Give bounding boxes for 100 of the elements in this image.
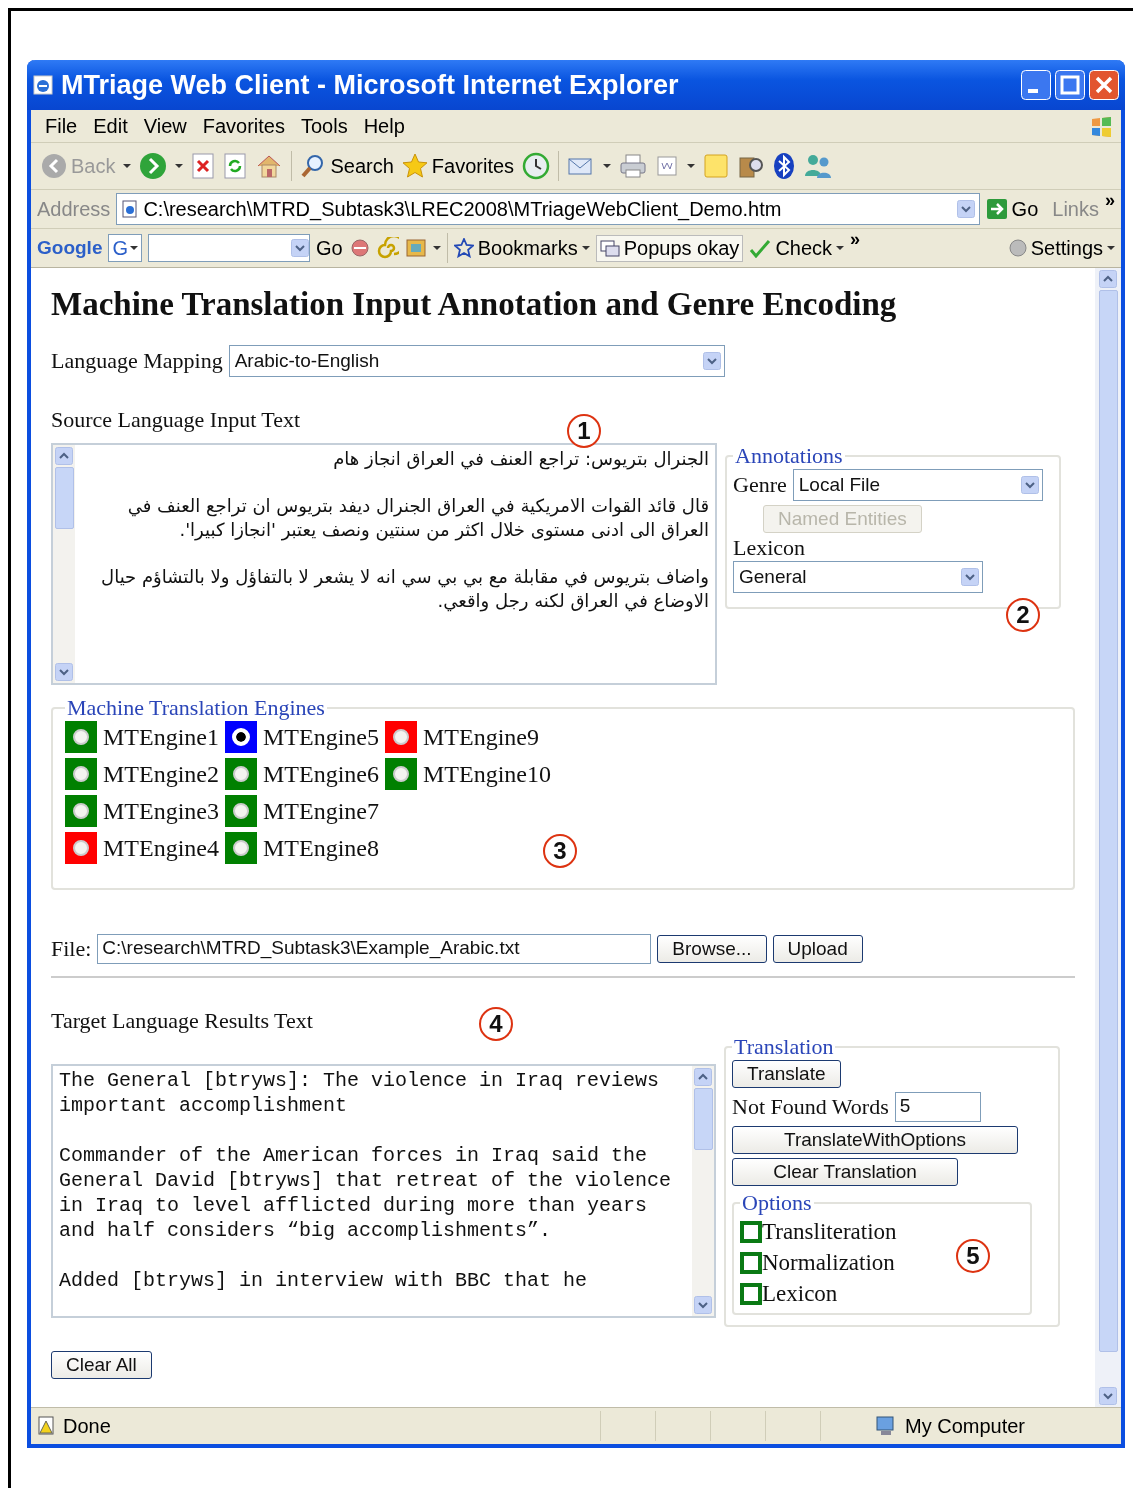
- refresh-icon[interactable]: [223, 153, 248, 179]
- google-go-button[interactable]: Go: [316, 236, 343, 260]
- address-field[interactable]: C:\research\MTRD_Subtask3\LREC2008\MTriageWebClient_Demo.htm: [116, 193, 980, 225]
- menu-item[interactable]: Favorites: [196, 114, 291, 138]
- document-icon[interactable]: [655, 154, 680, 178]
- browse-button[interactable]: Browse...: [657, 935, 767, 963]
- radio-button[interactable]: [73, 840, 89, 856]
- menu-item[interactable]: Help: [357, 114, 411, 138]
- search-engine-menu[interactable]: G: [108, 234, 142, 262]
- radio-button[interactable]: [392, 766, 409, 782]
- caret-icon: [581, 245, 590, 251]
- result-paragraph: Added [btryws] in interview with BBC that he: [59, 1268, 589, 1293]
- clear-translation-button[interactable]: Clear Translation: [732, 1158, 958, 1186]
- spell-check-button[interactable]: Check: [749, 236, 845, 260]
- source-paragraph: الجنرال بتريوس: تراجع العنف في العراق انجاز هام: [332, 447, 709, 471]
- google-search-field[interactable]: [148, 234, 310, 262]
- section-label: Target Language Results Text: [51, 1008, 313, 1034]
- scroll-down-icon[interactable]: [694, 1296, 712, 1314]
- search-button[interactable]: Search: [300, 153, 394, 179]
- status-text: Done: [63, 1414, 111, 1438]
- radio-button[interactable]: [73, 729, 89, 745]
- radio-button[interactable]: [73, 803, 89, 819]
- settings-icon: [1008, 239, 1027, 257]
- settings-button[interactable]: Settings: [1008, 236, 1115, 260]
- engine-label: MTEngine9: [422, 723, 539, 751]
- popups-button[interactable]: Popups okay: [595, 234, 744, 262]
- stop-icon[interactable]: [191, 153, 216, 179]
- radio-button[interactable]: [392, 729, 409, 745]
- genre-dropdown[interactable]: Local File: [792, 469, 1043, 501]
- results-text-area[interactable]: [51, 1064, 716, 1318]
- star-outline-icon: [453, 238, 474, 258]
- window-title: MTriage Web Client - Microsoft Internet Explorer: [61, 69, 680, 101]
- scroll-thumb[interactable]: [54, 467, 74, 529]
- favorites-button[interactable]: Favorites: [401, 153, 515, 179]
- scroll-thumb[interactable]: [693, 1088, 713, 1150]
- menu-item[interactable]: View: [137, 114, 193, 138]
- field-label: Lexicon: [733, 535, 807, 561]
- minimize-button[interactable]: [1021, 70, 1051, 100]
- scroll-up-icon[interactable]: [694, 1068, 712, 1086]
- popup-window-icon: [599, 238, 620, 258]
- field-label: Language Mapping: [51, 348, 223, 374]
- panel-legend: Options: [740, 1190, 814, 1216]
- scrollbar[interactable]: [53, 445, 75, 683]
- more-button[interactable]: »: [1105, 190, 1115, 211]
- radio-button[interactable]: [233, 766, 249, 782]
- callout-number: 2: [1006, 598, 1040, 632]
- menu-item[interactable]: Edit: [87, 114, 134, 138]
- field-label: File:: [51, 936, 92, 962]
- engine-label: MTEngine10: [422, 760, 551, 788]
- bookmarks-button[interactable]: Bookmarks: [453, 236, 590, 260]
- go-button[interactable]: Go: [985, 197, 1039, 221]
- scroll-down-icon[interactable]: [55, 663, 73, 681]
- caret-icon[interactable]: [175, 163, 184, 169]
- field-label: Genre: [733, 472, 787, 498]
- checkbox[interactable]: [740, 1282, 762, 1305]
- not-found-words-field[interactable]: 5: [894, 1092, 981, 1122]
- scroll-up-icon[interactable]: [55, 447, 73, 465]
- callout-number: 4: [479, 1007, 513, 1041]
- translate-with-options-button[interactable]: TranslateWithOptions: [732, 1126, 1018, 1154]
- scroll-thumb[interactable]: [1098, 290, 1118, 1352]
- engine-label: MTEngine4: [103, 834, 219, 862]
- radio-button[interactable]: [233, 803, 249, 819]
- close-button[interactable]: [1089, 70, 1119, 100]
- scroll-up-icon[interactable]: [1099, 270, 1117, 288]
- caret-icon[interactable]: [603, 163, 612, 169]
- radio-button[interactable]: [233, 840, 249, 856]
- history-icon[interactable]: [522, 152, 551, 180]
- option-label: Transliteration: [762, 1218, 897, 1245]
- page-warning-icon: [37, 1416, 57, 1436]
- menu-item[interactable]: File: [39, 114, 84, 138]
- engine-label: MTEngine1: [103, 723, 219, 751]
- clear-all-button[interactable]: Clear All: [51, 1351, 152, 1379]
- page-heading: Machine Translation Input Annotation and Genre Encoding: [51, 286, 898, 323]
- language-dropdown[interactable]: Arabic-to-English: [228, 345, 725, 377]
- source-paragraph: قال قائد القوات الامريكية في العراق الجنرال ديفد بتريوس ان تراجع العنف في العراق الى ادنى مستوى خلال اكثر من سنتين ونصف يعتبر 'انجازا كبيرا'.: [126, 494, 709, 542]
- lexicon-dropdown[interactable]: General: [733, 561, 983, 593]
- caret-icon[interactable]: [123, 163, 132, 169]
- scrollbar[interactable]: [1095, 268, 1121, 1407]
- upload-button[interactable]: Upload: [772, 935, 863, 963]
- google-logo: Google: [37, 237, 103, 259]
- printer-icon[interactable]: [619, 153, 648, 179]
- radio-button[interactable]: [73, 766, 89, 782]
- option-label: Normalization: [762, 1249, 895, 1276]
- caret-icon[interactable]: [432, 245, 441, 251]
- more-button[interactable]: »: [850, 229, 861, 250]
- menu-item[interactable]: Tools: [294, 114, 354, 138]
- result-paragraph: The General [btryws]: The violence in Iraq reviews important accomplishment: [59, 1068, 661, 1118]
- engine-label: MTEngine2: [103, 760, 219, 788]
- bluetooth-icon[interactable]: [773, 152, 796, 180]
- people-icon[interactable]: [803, 152, 834, 180]
- translate-button[interactable]: Translate: [732, 1060, 841, 1088]
- spell-check-icon: [749, 238, 772, 258]
- source-text-area[interactable]: [51, 443, 717, 685]
- scroll-down-icon[interactable]: [1099, 1387, 1117, 1405]
- scrollbar[interactable]: [692, 1066, 714, 1316]
- checkbox[interactable]: [740, 1220, 762, 1243]
- caret-icon[interactable]: [687, 163, 696, 169]
- file-path-field[interactable]: C:\research\MTRD_Subtask3\Example_Arabic.txt: [97, 934, 652, 964]
- maximize-button[interactable]: [1055, 70, 1085, 100]
- checkbox[interactable]: [740, 1251, 762, 1274]
